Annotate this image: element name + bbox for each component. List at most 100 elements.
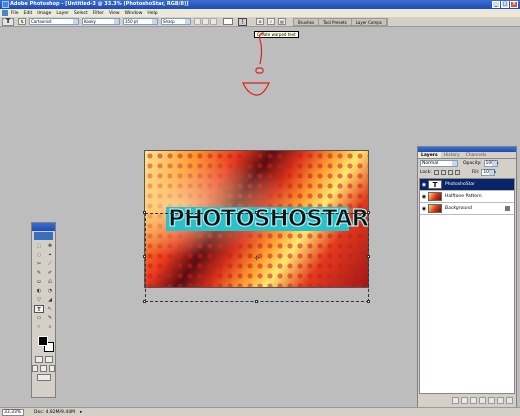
transform-handle-br[interactable]	[367, 300, 370, 303]
standard-mode-icon[interactable]	[34, 356, 43, 363]
transform-handle-bl[interactable]	[143, 300, 146, 303]
new-layer-icon[interactable]	[497, 397, 504, 404]
canvas-text-layer[interactable]: PHOTOSHOSTAR	[167, 205, 368, 232]
menu-view[interactable]: View	[109, 11, 120, 16]
align-left-icon[interactable]	[194, 18, 201, 25]
clone-stamp-tool-icon[interactable]: ⛀	[34, 278, 44, 286]
layer-name[interactable]: Halftone Pattern	[445, 194, 482, 199]
notes-tool-icon[interactable]: ✎	[45, 314, 55, 322]
crop-tool-icon[interactable]: ✂	[34, 260, 44, 268]
cancel-icon[interactable]: ⊘	[256, 18, 264, 25]
font-size-select[interactable]: 350 pt	[123, 18, 158, 25]
path-selection-tool-icon[interactable]: ↖	[45, 305, 55, 313]
text-color-swatch[interactable]	[223, 18, 233, 25]
adobe-online-icon[interactable]	[34, 232, 53, 240]
layer-row[interactable]: ◉ T PhotoshoStar	[420, 179, 514, 191]
layer-name[interactable]: PhotoshoStar	[445, 182, 475, 187]
palette-well-layer-comps[interactable]: Layer Comps	[352, 18, 387, 25]
maximize-button[interactable]: □	[501, 1, 509, 8]
window-title-bar: Adobe Photoshop - [Untitled-3 @ 33.3% (P…	[0, 0, 520, 9]
lock-position-icon[interactable]	[447, 170, 453, 175]
eye-icon[interactable]: ◉	[420, 206, 428, 212]
tools-palette-titlebar[interactable]	[32, 223, 55, 231]
zoom-tool-icon[interactable]: ⌕	[45, 323, 55, 331]
tool-preset-picker[interactable]: T	[2, 17, 14, 26]
document-canvas[interactable]: PHOTOSHOSTAR	[144, 150, 369, 288]
magic-wand-tool-icon[interactable]: ⌖	[45, 251, 55, 259]
blend-mode-select[interactable]: Normal	[420, 160, 458, 167]
slice-tool-icon[interactable]: ⟋	[45, 260, 55, 268]
status-menu-arrow-icon[interactable]: ▸	[80, 410, 82, 415]
transform-handle-tl[interactable]	[143, 211, 146, 214]
palette-well-tool-presets[interactable]: Tool Presets	[319, 18, 352, 25]
history-brush-tool-icon[interactable]: ⎌	[45, 278, 55, 286]
align-right-icon[interactable]	[210, 18, 217, 25]
link-layers-icon[interactable]	[452, 397, 459, 404]
dodge-tool-icon[interactable]: ◢	[45, 296, 55, 304]
fill-input[interactable]: 100%	[481, 169, 496, 176]
font-family-select[interactable]: Cartoonist	[29, 18, 79, 25]
lasso-tool-icon[interactable]: ◌	[34, 251, 44, 259]
eraser-tool-icon[interactable]: ◐	[34, 287, 44, 295]
menu-image[interactable]: Image	[37, 11, 51, 16]
healing-brush-tool-icon[interactable]: ✎	[34, 269, 44, 277]
move-tool-icon[interactable]: ✥	[45, 242, 55, 250]
warp-text-button[interactable]: ⟆	[238, 17, 247, 26]
marquee-tool-icon[interactable]: ⬚	[34, 242, 44, 250]
menu-file[interactable]: File	[11, 11, 19, 16]
menu-select[interactable]: Select	[74, 11, 88, 16]
close-button[interactable]: ×	[510, 1, 518, 8]
standard-screen-mode-icon[interactable]	[32, 365, 39, 372]
text-orientation-icon[interactable]: ⇅	[18, 18, 26, 25]
lock-transparency-icon[interactable]	[433, 170, 439, 175]
transform-handle-bc[interactable]	[255, 300, 258, 303]
transform-handle-mr[interactable]	[367, 255, 370, 258]
quick-mask-mode-icon[interactable]	[44, 356, 53, 363]
commit-icon[interactable]: ✓	[267, 18, 275, 25]
lock-all-icon[interactable]	[454, 170, 460, 175]
font-style-select[interactable]: Kooky	[82, 18, 120, 25]
opacity-input[interactable]: 100%	[483, 160, 498, 167]
hand-tool-icon[interactable]: ☞	[34, 323, 44, 331]
eye-icon[interactable]: ◉	[420, 182, 428, 188]
type-tool-icon[interactable]: T	[34, 305, 44, 313]
foreground-color-swatch[interactable]	[38, 336, 48, 346]
lock-pixels-icon[interactable]	[440, 170, 446, 175]
antialias-select[interactable]: Sharp	[161, 18, 191, 25]
align-center-icon[interactable]	[202, 18, 209, 25]
shape-tool-icon[interactable]: ▭	[34, 314, 44, 322]
minimize-button[interactable]: _	[492, 1, 500, 8]
layer-row[interactable]: ◉ Background	[420, 203, 514, 215]
tab-history[interactable]: History	[441, 152, 463, 158]
layer-name[interactable]: Background	[445, 206, 472, 211]
eye-icon[interactable]: ◉	[420, 194, 428, 200]
brush-tool-icon[interactable]: ✐	[45, 269, 55, 277]
layer-row[interactable]: ◉ Halftone Pattern	[420, 191, 514, 203]
menu-layer[interactable]: Layer	[56, 11, 69, 16]
layer-mask-icon[interactable]	[470, 397, 477, 404]
transform-handle-tc[interactable]	[255, 211, 258, 214]
adjustment-layer-icon[interactable]	[479, 397, 486, 404]
transform-handle-ml[interactable]	[143, 255, 146, 258]
tab-channels[interactable]: Channels	[463, 152, 490, 158]
menu-help[interactable]: Help	[147, 11, 157, 16]
trash-icon[interactable]	[506, 397, 513, 404]
menu-bar: File Edit Image Layer Select Filter View…	[0, 9, 520, 17]
layer-style-icon[interactable]	[461, 397, 468, 404]
tab-layers[interactable]: Layers	[418, 152, 441, 158]
layers-list: ◉ T PhotoshoStar ◉ Halftone Pattern ◉ Ba…	[419, 178, 515, 394]
jump-to-imageready-icon[interactable]	[36, 374, 51, 381]
zoom-field[interactable]: 33.33%	[2, 408, 24, 416]
menu-filter[interactable]: Filter	[93, 11, 104, 16]
full-screen-menu-mode-icon[interactable]	[40, 365, 47, 372]
gradient-tool-icon[interactable]: ◔	[45, 287, 55, 295]
new-group-icon[interactable]	[488, 397, 495, 404]
blur-tool-icon[interactable]: ▽	[34, 296, 44, 304]
transform-handle-tr[interactable]	[367, 211, 370, 214]
menu-window[interactable]: Window	[125, 11, 143, 16]
menu-edit[interactable]: Edit	[24, 11, 33, 16]
color-swatches	[36, 334, 54, 354]
palette-well-brushes[interactable]: Brushes	[294, 18, 320, 25]
full-screen-mode-icon[interactable]	[48, 365, 55, 372]
palette-toggle-icon[interactable]: ▤	[278, 18, 286, 25]
